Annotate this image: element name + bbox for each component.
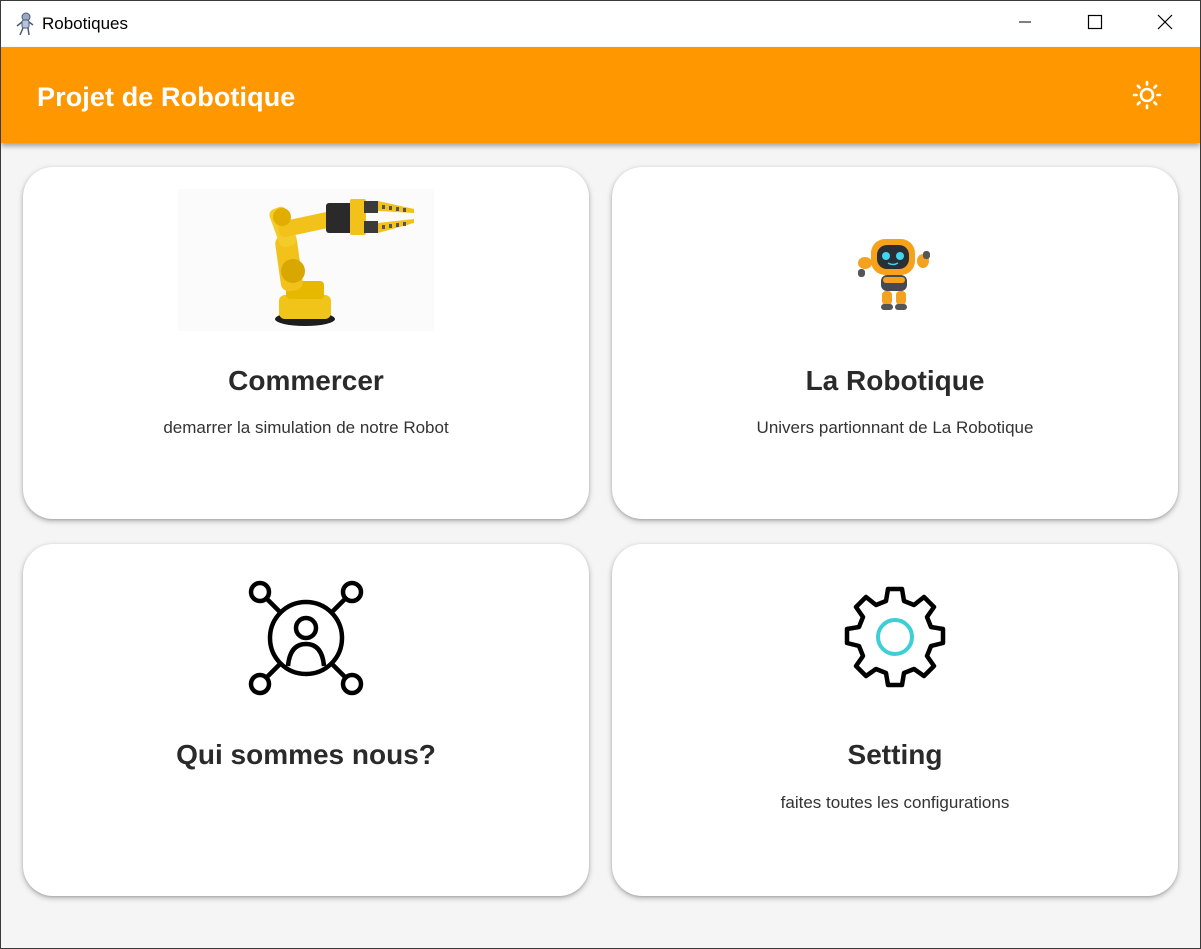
window-title: Robotiques — [42, 14, 129, 33]
card-subtitle: faites toutes les configurations — [780, 793, 1010, 812]
close-button[interactable] — [1130, 1, 1200, 47]
card-subtitle: demarrer la simulation de notre Robot — [163, 418, 449, 437]
robot-app-icon — [13, 12, 35, 36]
maximize-button[interactable] — [1060, 1, 1130, 47]
settings-gear-icon — [612, 580, 1178, 694]
orange-robot-image — [612, 235, 1178, 315]
app-bar: Projet de Robotique — [1, 47, 1200, 143]
card-title: Setting — [847, 739, 943, 770]
robotic-arm-image — [23, 189, 589, 331]
dashboard-grid: Commercer demarrer la simulation de notr… — [1, 143, 1200, 948]
card-title: Commercer — [228, 365, 384, 396]
app-window: Robotiques Projet de Robotique Commercer… — [0, 0, 1201, 949]
window-titlebar[interactable]: Robotiques — [1, 1, 1200, 47]
card-commercer[interactable]: Commercer demarrer la simulation de notr… — [23, 167, 589, 519]
maximize-icon — [1087, 14, 1103, 35]
close-icon — [1157, 14, 1173, 35]
minimize-button[interactable] — [990, 1, 1060, 47]
card-title: La Robotique — [805, 365, 985, 396]
minimize-icon — [1017, 14, 1033, 35]
app-bar-title: Projet de Robotique — [37, 82, 296, 112]
card-la-robotique[interactable]: La Robotique Univers partionnant de La R… — [612, 167, 1178, 519]
card-title: Qui sommes nous? — [176, 739, 436, 770]
card-setting[interactable]: Setting faites toutes les configurations — [612, 544, 1178, 896]
card-subtitle: Univers partionnant de La Robotique — [756, 418, 1034, 437]
team-network-icon — [23, 578, 589, 698]
card-qui-sommes-nous[interactable]: Qui sommes nous? — [23, 544, 589, 896]
brightness-icon — [1132, 80, 1162, 115]
theme-toggle-button[interactable] — [1127, 77, 1167, 117]
